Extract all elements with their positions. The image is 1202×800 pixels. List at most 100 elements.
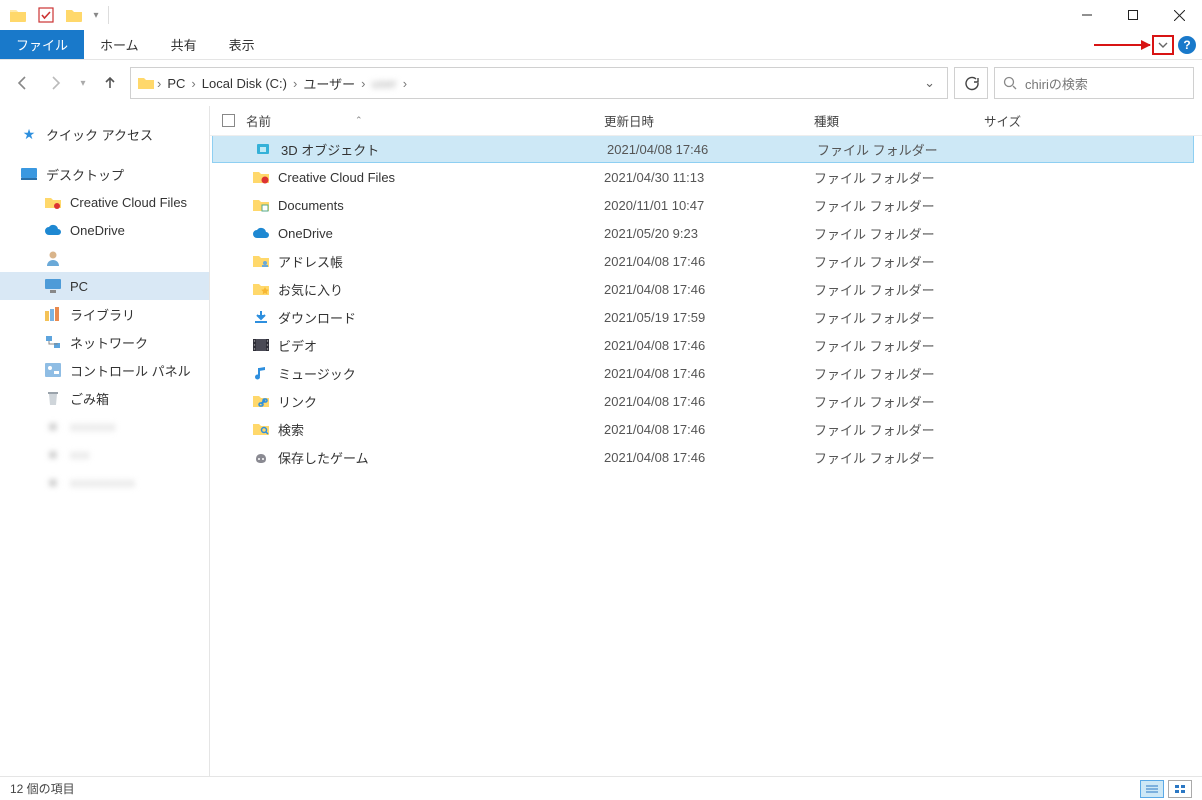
cloud-icon <box>44 221 62 239</box>
chevron-down-icon <box>1157 39 1169 51</box>
breadcrumb-users[interactable]: ユーザー <box>299 74 359 93</box>
status-item-count: 12 個の項目 <box>10 780 75 797</box>
nav-pc[interactable]: PC <box>0 272 209 300</box>
video-icon <box>252 336 270 354</box>
up-button[interactable] <box>96 69 124 97</box>
forward-button[interactable] <box>42 69 70 97</box>
status-bar: 12 個の項目 <box>0 776 1202 800</box>
file-date: 2021/04/08 17:46 <box>604 366 814 381</box>
file-date: 2021/04/08 17:46 <box>604 422 814 437</box>
file-row[interactable]: ミュージック 2021/04/08 17:46ファイル フォルダー <box>210 359 1202 387</box>
control-panel-icon <box>44 361 62 379</box>
file-row[interactable]: アドレス帳2021/04/08 17:46ファイル フォルダー <box>210 247 1202 275</box>
file-row[interactable]: お気に入り2021/04/08 17:46ファイル フォルダー <box>210 275 1202 303</box>
file-row[interactable]: Creative Cloud Files2021/04/30 11:13ファイル… <box>210 163 1202 191</box>
file-row[interactable]: ビデオ2021/04/08 17:46ファイル フォルダー <box>210 331 1202 359</box>
cc-icon <box>252 168 270 186</box>
file-name: Documents <box>278 198 344 213</box>
view-large-icons-button[interactable] <box>1168 780 1192 798</box>
contacts-icon <box>252 252 270 270</box>
file-date: 2021/05/19 17:59 <box>604 310 814 325</box>
column-header-row: 名前 ⌃ 更新日時 種類 サイズ <box>210 106 1202 136</box>
nav-onedrive[interactable]: OneDrive <box>0 216 209 244</box>
file-name: Creative Cloud Files <box>278 170 395 185</box>
fav-icon <box>252 280 270 298</box>
breadcrumb-disk[interactable]: Local Disk (C:) <box>198 76 291 91</box>
file-type: ファイル フォルダー <box>814 364 984 383</box>
sort-indicator-icon: ⌃ <box>355 115 363 126</box>
column-type[interactable]: 種類 <box>814 111 984 130</box>
nav-desktop[interactable]: デスクトップ <box>0 160 209 188</box>
file-row[interactable]: OneDrive2021/05/20 9:23ファイル フォルダー <box>210 219 1202 247</box>
nav-user[interactable] <box>0 244 209 272</box>
ribbon-expand-button[interactable] <box>1152 35 1174 55</box>
nav-network[interactable]: ネットワーク <box>0 328 209 356</box>
file-name: ミュージック <box>278 364 356 383</box>
search-box[interactable]: chiriの検索 <box>994 67 1194 99</box>
breadcrumb-pc[interactable]: PC <box>163 76 189 91</box>
nav-libraries[interactable]: ライブラリ <box>0 300 209 328</box>
nav-recycle-bin[interactable]: ごみ箱 <box>0 384 209 412</box>
qat-properties-icon[interactable] <box>32 0 60 30</box>
address-bar[interactable]: › PC› Local Disk (C:)› ユーザー› user› ⌄ <box>130 67 948 99</box>
file-row[interactable]: Documents2020/11/01 10:47ファイル フォルダー <box>210 191 1202 219</box>
view-details-button[interactable] <box>1140 780 1164 798</box>
maximize-button[interactable] <box>1110 0 1156 30</box>
column-size[interactable]: サイズ <box>984 111 1104 130</box>
refresh-button[interactable] <box>954 67 988 99</box>
help-button[interactable]: ? <box>1178 36 1196 54</box>
qat-new-folder-icon[interactable] <box>60 0 88 30</box>
file-date: 2021/04/30 11:13 <box>604 170 814 185</box>
qat-folder-icon <box>4 0 32 30</box>
recent-locations-button[interactable]: ▾ <box>76 69 90 97</box>
file-type: ファイル フォルダー <box>814 252 984 271</box>
file-name: ビデオ <box>278 336 317 355</box>
nav-quick-access[interactable]: ★ クイック アクセス <box>0 120 209 148</box>
navigation-row: ▾ › PC› Local Disk (C:)› ユーザー› user› ⌄ c… <box>0 60 1202 106</box>
nav-hidden-1[interactable]: ■xxxxxxx <box>0 412 209 440</box>
minimize-button[interactable] <box>1064 0 1110 30</box>
nav-hidden-2[interactable]: ■xxx <box>0 440 209 468</box>
file-row[interactable]: ダウンロード 2021/05/19 17:59ファイル フォルダー <box>210 303 1202 331</box>
breadcrumb-current[interactable]: user <box>367 76 400 91</box>
file-row[interactable]: 保存したゲーム2021/04/08 17:46ファイル フォルダー <box>210 443 1202 471</box>
file-name: 3D オブジェクト <box>281 140 379 159</box>
file-row[interactable]: 3D オブジェクト2021/04/08 17:46ファイル フォルダー <box>212 136 1194 163</box>
3d-icon <box>255 140 273 158</box>
file-type: ファイル フォルダー <box>817 140 987 159</box>
column-date[interactable]: 更新日時 <box>604 111 814 130</box>
back-button[interactable] <box>8 69 36 97</box>
title-bar: ▾ <box>0 0 1202 30</box>
file-type: ファイル フォルダー <box>814 448 984 467</box>
column-name[interactable]: 名前 ⌃ <box>246 111 604 130</box>
file-date: 2021/05/20 9:23 <box>604 226 814 241</box>
file-name: リンク <box>278 392 317 411</box>
file-type: ファイル フォルダー <box>814 392 984 411</box>
file-type: ファイル フォルダー <box>814 308 984 327</box>
user-icon <box>44 249 62 267</box>
file-type: ファイル フォルダー <box>814 336 984 355</box>
ribbon: ファイル ホーム 共有 表示 ? <box>0 30 1202 60</box>
ribbon-tab-home[interactable]: ホーム <box>84 30 155 59</box>
address-dropdown[interactable]: ⌄ <box>918 75 941 91</box>
refresh-icon <box>964 76 979 91</box>
nav-creative-cloud[interactable]: Creative Cloud Files <box>0 188 209 216</box>
file-date: 2020/11/01 10:47 <box>604 198 814 213</box>
file-date: 2021/04/08 17:46 <box>604 282 814 297</box>
nav-control-panel[interactable]: コントロール パネル <box>0 356 209 384</box>
ribbon-tab-view[interactable]: 表示 <box>213 30 271 59</box>
file-name: ダウンロード <box>278 308 356 327</box>
file-row[interactable]: 検索2021/04/08 17:46ファイル フォルダー <box>210 415 1202 443</box>
file-row[interactable]: リンク2021/04/08 17:46ファイル フォルダー <box>210 387 1202 415</box>
desktop-icon <box>20 165 38 183</box>
onedrive-icon <box>252 224 270 242</box>
annotation-arrow <box>1094 44 1150 46</box>
close-button[interactable] <box>1156 0 1202 30</box>
ribbon-tab-share[interactable]: 共有 <box>155 30 213 59</box>
music-icon <box>252 364 270 382</box>
file-date: 2021/04/08 17:46 <box>604 450 814 465</box>
nav-hidden-3[interactable]: ■xxxxxxxxxx <box>0 468 209 496</box>
ribbon-tab-file[interactable]: ファイル <box>0 30 84 59</box>
qat-customize-dropdown[interactable]: ▾ <box>88 0 104 30</box>
select-all-checkbox[interactable] <box>210 114 246 127</box>
